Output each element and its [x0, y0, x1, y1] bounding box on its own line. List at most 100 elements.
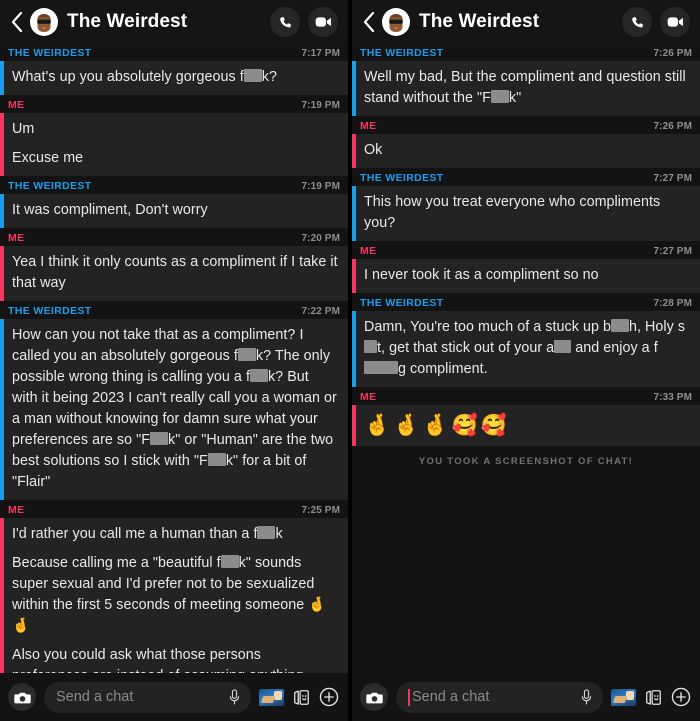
call-button[interactable] — [270, 7, 300, 37]
chat-screen-left: The Weirdest THE WEIRDEST 7:17 PM What's u… — [0, 0, 348, 721]
message-text: Excuse me — [12, 150, 84, 166]
cards-icon — [294, 689, 309, 705]
message-meta: ME 7:26 PM — [352, 117, 700, 134]
video-call-button[interactable] — [308, 7, 338, 37]
message-block[interactable]: THE WEIRDEST 7:22 PM How can you not take … — [0, 302, 348, 501]
chat-input-left[interactable]: Send a chat — [44, 681, 251, 713]
sticker-button[interactable] — [259, 688, 284, 706]
message-block[interactable]: ME 7:33 PM 🤞🤞🤞🥰🥰 — [352, 388, 700, 447]
add-button[interactable] — [319, 687, 339, 707]
chat-spacer — [352, 475, 700, 673]
message-meta: THE WEIRDEST 7:28 PM — [352, 294, 700, 311]
message-block[interactable]: ME 7:20 PM Yea I think it only counts as a… — [0, 229, 348, 302]
message-block[interactable]: ME 7:25 PM I'd rather you call me a human … — [0, 501, 348, 673]
message-bubble[interactable]: Damn, You're too much of a stuck up b h, … — [352, 311, 700, 387]
cards-button[interactable] — [644, 688, 663, 707]
call-button[interactable] — [622, 7, 652, 37]
message-block[interactable]: THE WEIRDEST 7:26 PM Well my bad, But the … — [352, 44, 700, 117]
message-block[interactable]: THE WEIRDEST 7:27 PM This how you treat ev… — [352, 169, 700, 242]
censor-bar — [554, 340, 572, 353]
message-bubble[interactable]: What's up you absolutely gorgeous f k? — [0, 61, 348, 95]
video-call-button[interactable] — [660, 7, 690, 37]
chat-input-right[interactable]: Send a chat — [396, 681, 603, 713]
chevron-left-icon — [363, 12, 375, 32]
back-button[interactable] — [358, 9, 380, 35]
message-bubble[interactable]: I'd rather you call me a human than a fk… — [0, 518, 348, 673]
message-sender: ME — [360, 120, 377, 132]
sticker-image-icon — [611, 688, 636, 706]
message-block[interactable]: THE WEIRDEST 7:17 PM What's up you absolut… — [0, 44, 348, 96]
message-time: 7:28 PM — [653, 297, 692, 309]
chat-screen-right: The Weirdest THE WEIRDEST 7:26 PM Well my … — [352, 0, 700, 721]
camera-button[interactable] — [8, 683, 36, 711]
message-meta: ME 7:20 PM — [0, 229, 348, 246]
message-time: 7:26 PM — [653, 47, 692, 59]
message-block[interactable]: ME 7:27 PM I never took it as a compliment… — [352, 242, 700, 294]
message-text: Damn, You're too much of a stuck up b h, … — [364, 319, 686, 377]
back-button[interactable] — [6, 9, 28, 35]
plus-circle-icon — [319, 687, 339, 707]
video-camera-icon — [667, 17, 683, 27]
message-bubble[interactable]: Um Excuse me — [0, 113, 348, 176]
emoji: 🤞🤞🤞🥰🥰 — [364, 413, 510, 437]
message-meta: THE WEIRDEST 7:22 PM — [0, 302, 348, 319]
camera-icon — [365, 692, 383, 703]
message-meta: ME 7:25 PM — [0, 501, 348, 518]
message-text: It was compliment, Don't worry — [12, 202, 208, 218]
message-bubble[interactable]: Well my bad, But the compliment and ques… — [352, 61, 700, 116]
message-text: Well my bad, But the compliment and ques… — [364, 69, 686, 106]
sticker-image-icon — [259, 688, 284, 706]
message-bubble[interactable]: I never took it as a compliment so no — [352, 259, 700, 293]
camera-button[interactable] — [360, 683, 388, 711]
message-meta: ME 7:27 PM — [352, 242, 700, 259]
cards-button[interactable] — [292, 688, 311, 707]
censor-bar — [207, 453, 226, 466]
censor-bar — [610, 319, 629, 332]
chat-input-bar-right: Send a chat — [352, 673, 700, 721]
message-text: Ok — [364, 142, 383, 158]
phone-icon — [631, 16, 643, 27]
message-block[interactable]: ME 7:19 PM Um Excuse me — [0, 96, 348, 177]
phone-icon — [279, 16, 291, 27]
message-time: 7:22 PM — [301, 305, 340, 317]
message-bubble[interactable]: It was compliment, Don't worry — [0, 194, 348, 228]
sticker-button[interactable] — [611, 688, 636, 706]
message-time: 7:27 PM — [653, 245, 692, 257]
cards-icon — [646, 689, 661, 705]
avatar[interactable] — [30, 8, 58, 36]
add-button[interactable] — [671, 687, 691, 707]
message-bubble[interactable]: 🤞🤞🤞🥰🥰 — [352, 405, 700, 446]
chat-header: The Weirdest — [352, 0, 700, 44]
message-text: I never took it as a compliment so no — [364, 267, 599, 283]
message-sender: ME — [8, 232, 25, 244]
message-time: 7:26 PM — [653, 120, 692, 132]
message-list-right[interactable]: THE WEIRDEST 7:26 PM Well my bad, But the … — [352, 44, 700, 673]
message-meta: THE WEIRDEST 7:26 PM — [352, 44, 700, 61]
message-bubble[interactable]: How can you not take that as a complimen… — [0, 319, 348, 500]
message-bubble[interactable]: Ok — [352, 134, 700, 168]
message-block[interactable]: THE WEIRDEST 7:19 PM It was compliment, Do… — [0, 177, 348, 229]
message-time: 7:20 PM — [301, 232, 340, 244]
message-text: This how you treat everyone who complime… — [364, 194, 661, 231]
censor-bar — [490, 90, 509, 103]
emoji: 🤞🤞 — [12, 597, 327, 634]
avatar[interactable] — [382, 8, 410, 36]
message-sender: THE WEIRDEST — [360, 172, 444, 184]
microphone-button[interactable] — [229, 689, 243, 705]
message-block[interactable]: ME 7:26 PM Ok — [352, 117, 700, 169]
message-list-left[interactable]: THE WEIRDEST 7:17 PM What's up you absolut… — [0, 44, 348, 673]
message-bubble[interactable]: Yea I think it only counts as a complime… — [0, 246, 348, 301]
dual-screenshot-container: The Weirdest THE WEIRDEST 7:17 PM What's u… — [0, 0, 700, 721]
message-time: 7:17 PM — [301, 47, 340, 59]
message-meta: ME 7:33 PM — [352, 388, 700, 405]
chat-header: The Weirdest — [0, 0, 348, 44]
microphone-button[interactable] — [581, 689, 595, 705]
chat-input-placeholder: Send a chat — [56, 689, 134, 705]
censor-bar — [243, 69, 262, 82]
message-meta: THE WEIRDEST 7:19 PM — [0, 177, 348, 194]
message-bubble[interactable]: This how you treat everyone who complime… — [352, 186, 700, 241]
message-block[interactable]: THE WEIRDEST 7:28 PM Damn, You're too much… — [352, 294, 700, 388]
message-text: What's up you absolutely gorgeous f k? — [12, 69, 277, 85]
message-text: I'd rather you call me a human than a fk — [12, 526, 283, 542]
message-sender: THE WEIRDEST — [8, 305, 92, 317]
